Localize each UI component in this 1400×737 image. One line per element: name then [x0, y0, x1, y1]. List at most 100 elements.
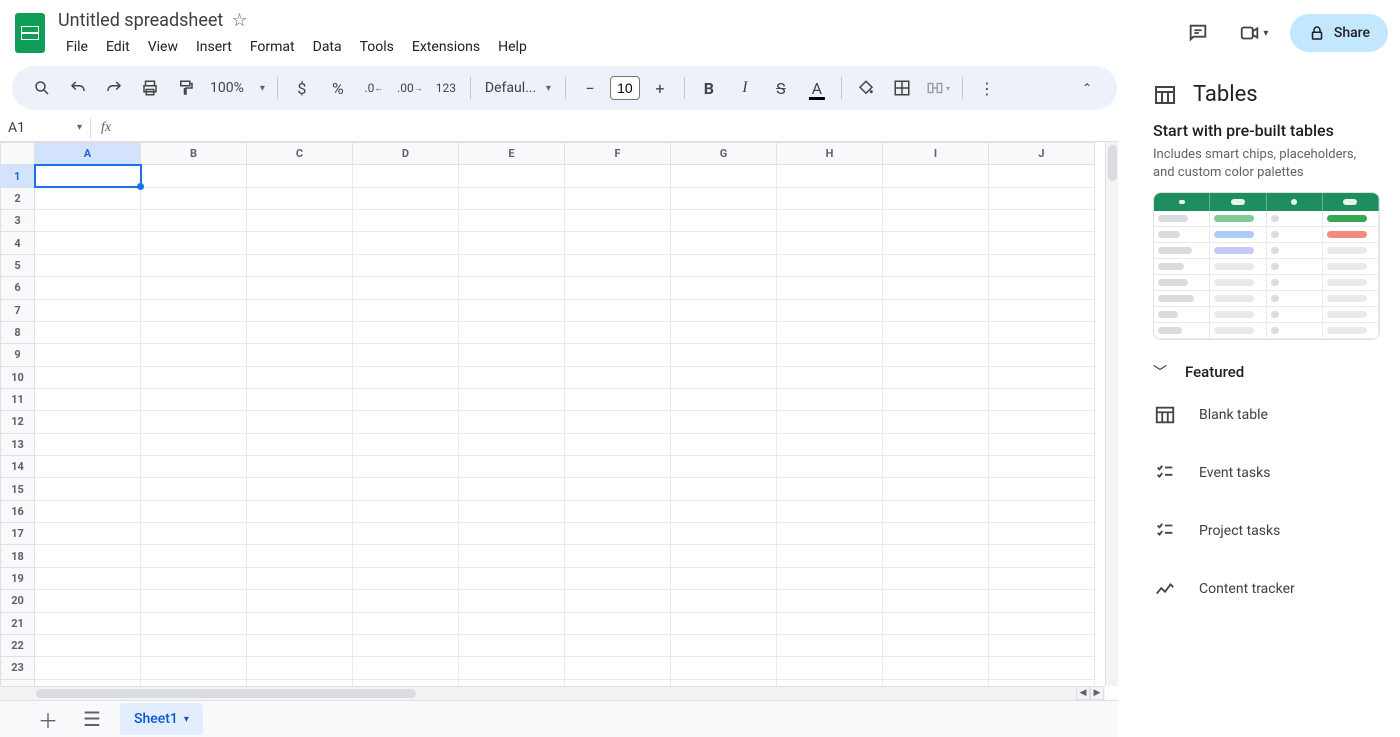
italic-button[interactable]: I [729, 72, 761, 104]
cell[interactable] [459, 321, 565, 343]
collapse-toolbar-button[interactable]: ⌃ [1071, 72, 1103, 104]
cell[interactable] [883, 411, 989, 433]
cell[interactable] [777, 344, 883, 366]
spreadsheet-grid[interactable]: ABCDEFGHIJ123456789101112131415161718192… [0, 142, 1095, 702]
column-header[interactable]: G [671, 143, 777, 165]
redo-button[interactable] [98, 72, 130, 104]
cell[interactable] [989, 388, 1095, 410]
cell[interactable] [777, 321, 883, 343]
cell[interactable] [671, 590, 777, 612]
column-header[interactable]: E [459, 143, 565, 165]
cell[interactable] [353, 590, 459, 612]
cell[interactable] [35, 321, 141, 343]
cell[interactable] [565, 545, 671, 567]
cell[interactable] [141, 545, 247, 567]
cell[interactable] [777, 411, 883, 433]
cell[interactable] [353, 299, 459, 321]
cell[interactable] [247, 187, 353, 209]
cell[interactable] [989, 210, 1095, 232]
undo-button[interactable] [62, 72, 94, 104]
cell[interactable] [459, 232, 565, 254]
cell[interactable] [777, 657, 883, 679]
column-header[interactable]: J [989, 143, 1095, 165]
cell[interactable] [671, 478, 777, 500]
cell[interactable] [459, 388, 565, 410]
cell[interactable] [671, 411, 777, 433]
sheet-tab-active[interactable]: Sheet1 ▾ [120, 703, 203, 735]
cell[interactable] [777, 187, 883, 209]
cell[interactable] [883, 187, 989, 209]
cell[interactable] [353, 254, 459, 276]
cell[interactable] [989, 299, 1095, 321]
template-event-tasks[interactable]: Event tasks [1133, 444, 1400, 502]
cell[interactable] [989, 344, 1095, 366]
cell[interactable] [883, 388, 989, 410]
cell[interactable] [459, 299, 565, 321]
cell[interactable] [565, 388, 671, 410]
cell[interactable] [247, 232, 353, 254]
cell[interactable] [565, 612, 671, 634]
zoom-dropdown[interactable]: 100%▾ [206, 80, 269, 96]
tables-preview-image[interactable] [1153, 192, 1380, 340]
cell[interactable] [247, 277, 353, 299]
cell[interactable] [459, 545, 565, 567]
column-header[interactable]: I [883, 143, 989, 165]
cell[interactable] [35, 366, 141, 388]
cell[interactable] [565, 433, 671, 455]
cell[interactable] [565, 187, 671, 209]
column-header[interactable]: A [35, 143, 141, 165]
cell[interactable] [353, 500, 459, 522]
cell[interactable] [777, 590, 883, 612]
cell[interactable] [141, 277, 247, 299]
row-header[interactable]: 11 [1, 388, 35, 410]
cell[interactable] [671, 456, 777, 478]
cell[interactable] [353, 411, 459, 433]
cell[interactable] [883, 321, 989, 343]
cell[interactable] [35, 165, 141, 187]
cell[interactable] [35, 500, 141, 522]
cell[interactable] [883, 545, 989, 567]
cell[interactable] [247, 299, 353, 321]
cell[interactable] [141, 210, 247, 232]
cell[interactable] [353, 657, 459, 679]
name-box[interactable]: A1 ▾ [0, 120, 90, 136]
cell[interactable] [671, 344, 777, 366]
cell[interactable] [883, 254, 989, 276]
template-content-tracker[interactable]: Content tracker [1133, 560, 1400, 618]
cell[interactable] [989, 165, 1095, 187]
cell[interactable] [883, 433, 989, 455]
cell[interactable] [141, 254, 247, 276]
cell[interactable] [777, 210, 883, 232]
cell[interactable] [883, 612, 989, 634]
cell[interactable] [459, 433, 565, 455]
cell[interactable] [141, 165, 247, 187]
cell[interactable] [777, 254, 883, 276]
cell[interactable] [777, 277, 883, 299]
cell[interactable] [247, 523, 353, 545]
cell[interactable] [353, 478, 459, 500]
cell[interactable] [35, 232, 141, 254]
horizontal-scrollbar[interactable] [0, 686, 1105, 700]
scroll-left-button[interactable]: ◀ [1076, 686, 1090, 700]
cell[interactable] [247, 500, 353, 522]
cell[interactable] [883, 634, 989, 656]
cell[interactable] [35, 254, 141, 276]
cell[interactable] [777, 634, 883, 656]
cell[interactable] [883, 277, 989, 299]
vertical-scrollbar[interactable] [1105, 142, 1118, 686]
menu-extensions[interactable]: Extensions [404, 35, 488, 59]
cell[interactable] [141, 433, 247, 455]
cell[interactable] [777, 366, 883, 388]
cell[interactable] [353, 187, 459, 209]
cell[interactable] [35, 590, 141, 612]
cell[interactable] [565, 321, 671, 343]
fill-color-button[interactable] [850, 72, 882, 104]
print-button[interactable] [134, 72, 166, 104]
cell[interactable] [671, 254, 777, 276]
cell[interactable] [989, 590, 1095, 612]
row-header[interactable]: 22 [1, 634, 35, 656]
row-header[interactable]: 14 [1, 456, 35, 478]
template-project-tasks[interactable]: Project tasks [1133, 502, 1400, 560]
row-header[interactable]: 1 [1, 165, 35, 187]
cell[interactable] [565, 232, 671, 254]
